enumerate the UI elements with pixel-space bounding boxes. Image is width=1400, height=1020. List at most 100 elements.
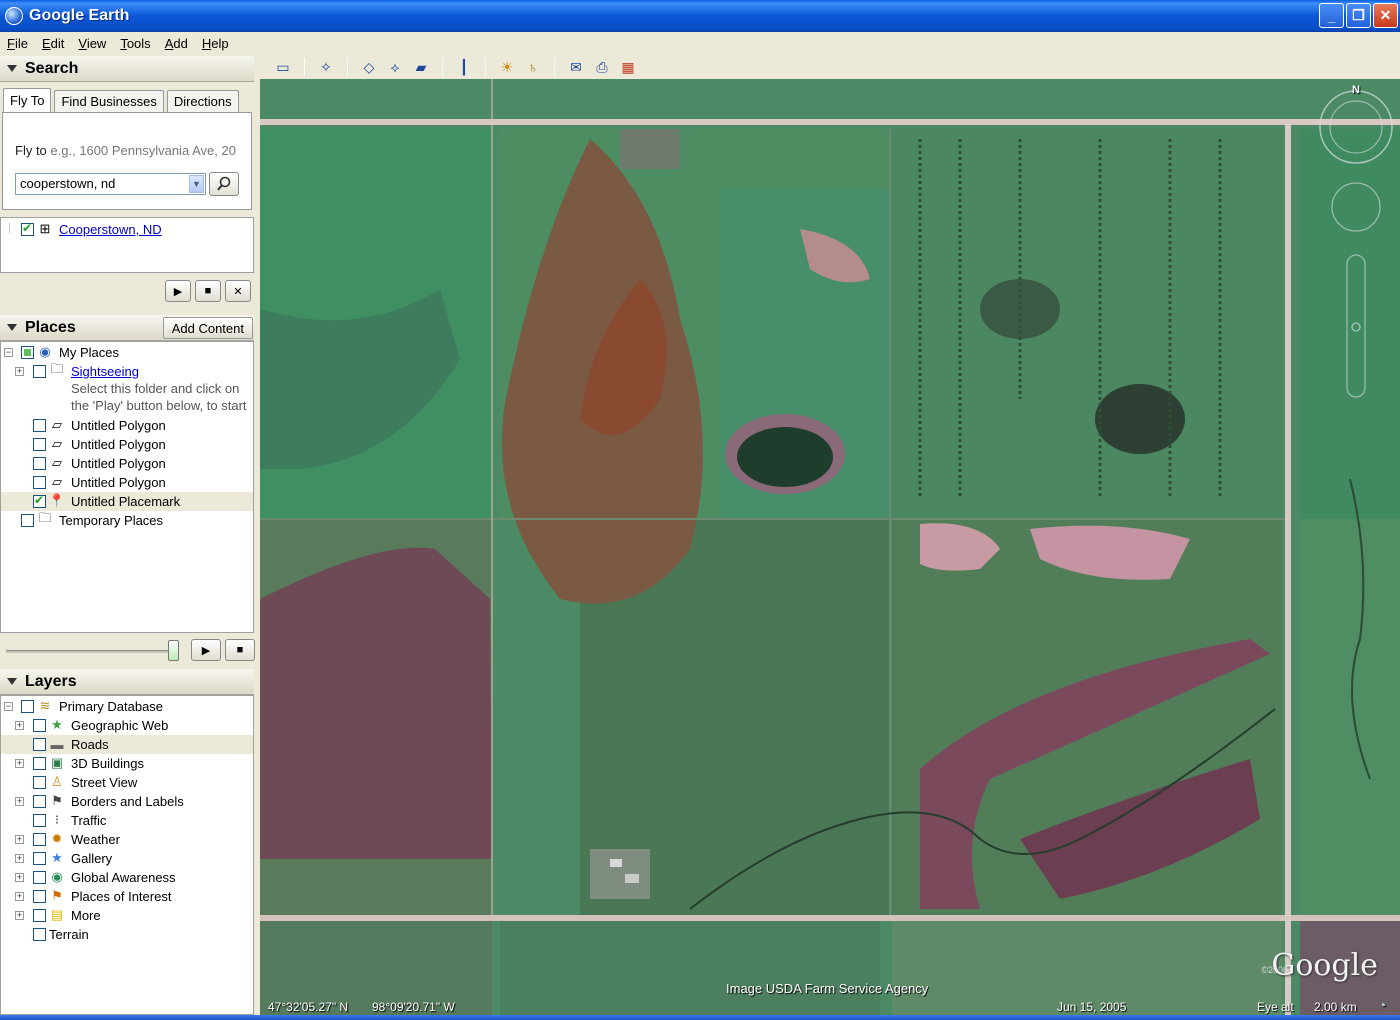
checkbox[interactable] [21, 514, 34, 527]
menu-help[interactable]: Help [195, 36, 236, 51]
imagery-date: Jun 15, 2005 [1057, 1000, 1127, 1014]
maximize-button[interactable]: ❐ [1346, 3, 1371, 28]
add-content-button[interactable]: Add Content [162, 317, 253, 339]
search-button[interactable] [209, 172, 239, 196]
email-icon[interactable]: ✉ [565, 57, 587, 77]
compass-north-label[interactable]: N [1352, 84, 1360, 96]
menu-tools[interactable]: Tools [113, 36, 157, 51]
search-header[interactable]: Search [0, 56, 254, 82]
expand-icon[interactable]: + [15, 854, 24, 863]
checkbox[interactable] [33, 909, 46, 922]
checkbox[interactable] [33, 438, 46, 451]
menu-file[interactable]: File [0, 36, 35, 51]
tree-item-my-places[interactable]: − ◉ My Places [1, 343, 253, 362]
layer-gallery[interactable]: + ★ Gallery [1, 849, 253, 868]
play-tour-button[interactable]: ▶ [191, 639, 221, 661]
checkbox[interactable] [33, 928, 46, 941]
layer-primary-database[interactable]: − ≋ Primary Database [1, 697, 253, 716]
menu-edit[interactable]: Edit [35, 36, 71, 51]
layer-terrain[interactable]: Terrain [1, 925, 253, 944]
layer-label: Street View [71, 775, 138, 790]
checkbox[interactable] [33, 776, 46, 789]
checkbox[interactable] [33, 476, 46, 489]
sidebar-toggle-icon[interactable]: ▭ [272, 57, 294, 77]
checkbox[interactable] [33, 890, 46, 903]
sky-icon[interactable]: ♄ [522, 57, 544, 77]
add-polygon-icon[interactable]: ◇ [358, 57, 380, 77]
layer-street-view[interactable]: ♙ Street View [1, 773, 253, 792]
checkbox[interactable] [33, 814, 46, 827]
layer-roads[interactable]: ▬ Roads [1, 735, 253, 754]
add-placemark-icon[interactable]: ✧ [315, 57, 337, 77]
checkbox[interactable] [21, 346, 34, 359]
layer-borders-labels[interactable]: + ⚑ Borders and Labels [1, 792, 253, 811]
checkbox[interactable] [33, 365, 46, 378]
layer-more[interactable]: + ▤ More [1, 906, 253, 925]
view-in-maps-icon[interactable]: ▦ [617, 57, 639, 77]
tree-label[interactable]: Sightseeing [71, 364, 139, 379]
checkbox[interactable] [21, 700, 34, 713]
close-button[interactable]: ✕ [1373, 3, 1398, 28]
layer-global-awareness[interactable]: + ◉ Global Awareness [1, 868, 253, 887]
menu-view[interactable]: View [71, 36, 113, 51]
expand-icon[interactable]: + [15, 797, 24, 806]
checkbox[interactable] [33, 833, 46, 846]
checkbox[interactable] [33, 493, 46, 508]
result-item[interactable]: ┊ ⊞ Cooperstown, ND [1, 220, 251, 239]
stop-tour-button[interactable]: ■ [225, 639, 255, 661]
tree-item-polygon-1[interactable]: ▱ Untitled Polygon [1, 416, 253, 435]
slider-thumb[interactable] [168, 640, 179, 661]
layers-header[interactable]: Layers [0, 669, 254, 695]
minimize-button[interactable]: _ [1319, 3, 1344, 28]
sunlight-icon[interactable]: ☀ [496, 57, 518, 77]
print-icon[interactable]: ⎙ [591, 57, 613, 77]
ruler-icon[interactable]: ┃ [453, 57, 475, 77]
places-header[interactable]: Places Add Content [0, 315, 254, 341]
tab-find-businesses[interactable]: Find Businesses [54, 90, 164, 112]
fly-to-input[interactable]: cooperstown, nd ▼ [15, 173, 206, 195]
result-checkbox[interactable] [21, 221, 34, 236]
layer-3d-buildings[interactable]: + ▣ 3D Buildings [1, 754, 253, 773]
toolbar-separator [347, 58, 348, 76]
layer-places-of-interest[interactable]: + ⚑ Places of Interest [1, 887, 253, 906]
clear-button[interactable]: ✕ [225, 280, 251, 302]
checkbox[interactable] [33, 871, 46, 884]
checkbox[interactable] [33, 795, 46, 808]
tab-fly-to[interactable]: Fly To [3, 88, 52, 112]
tree-item-temporary-places[interactable]: 🗀 Temporary Places [1, 510, 253, 530]
tree-item-polygon-4[interactable]: ▱ Untitled Polygon [1, 473, 253, 492]
expand-icon[interactable]: + [15, 835, 24, 844]
expand-icon[interactable]: + [15, 759, 24, 768]
collapse-icon[interactable]: − [4, 348, 13, 357]
tree-item-polygon-2[interactable]: ▱ Untitled Polygon [1, 435, 253, 454]
layer-traffic[interactable]: ⁝ Traffic [1, 811, 253, 830]
expand-icon[interactable]: + [15, 367, 24, 376]
tour-speed-slider[interactable] [6, 650, 176, 653]
checkbox[interactable] [33, 457, 46, 470]
expand-icon[interactable]: + [15, 873, 24, 882]
expand-icon[interactable]: + [15, 892, 24, 901]
expand-icon[interactable]: + [15, 911, 24, 920]
tab-directions[interactable]: Directions [166, 90, 239, 112]
stop-button[interactable]: ■ [195, 280, 221, 302]
chevron-down-icon[interactable]: ▼ [189, 175, 204, 193]
layer-geographic-web[interactable]: + ★ Geographic Web [1, 716, 253, 735]
result-link[interactable]: Cooperstown, ND [59, 222, 162, 237]
map-view[interactable]: N Image USDA Farm Service Agency ©2008 G… [260, 79, 1400, 1015]
tree-item-polygon-3[interactable]: ▱ Untitled Polygon [1, 454, 253, 473]
fly-to-input-value: cooperstown, nd [20, 176, 116, 191]
menu-add[interactable]: Add [158, 36, 195, 51]
layer-weather[interactable]: + ✹ Weather [1, 830, 253, 849]
checkbox[interactable] [33, 757, 46, 770]
collapse-icon[interactable]: − [4, 702, 13, 711]
expand-icon[interactable]: + [15, 721, 24, 730]
checkbox[interactable] [33, 738, 46, 751]
checkbox[interactable] [33, 419, 46, 432]
tree-item-sightseeing[interactable]: + 🗀 Sightseeing [1, 361, 253, 381]
add-image-overlay-icon[interactable]: ▰ [410, 57, 432, 77]
tree-label: My Places [59, 345, 119, 360]
checkbox[interactable] [33, 719, 46, 732]
play-button[interactable]: ▶ [165, 280, 191, 302]
checkbox[interactable] [33, 852, 46, 865]
add-path-icon[interactable]: ⟡ [384, 57, 406, 77]
